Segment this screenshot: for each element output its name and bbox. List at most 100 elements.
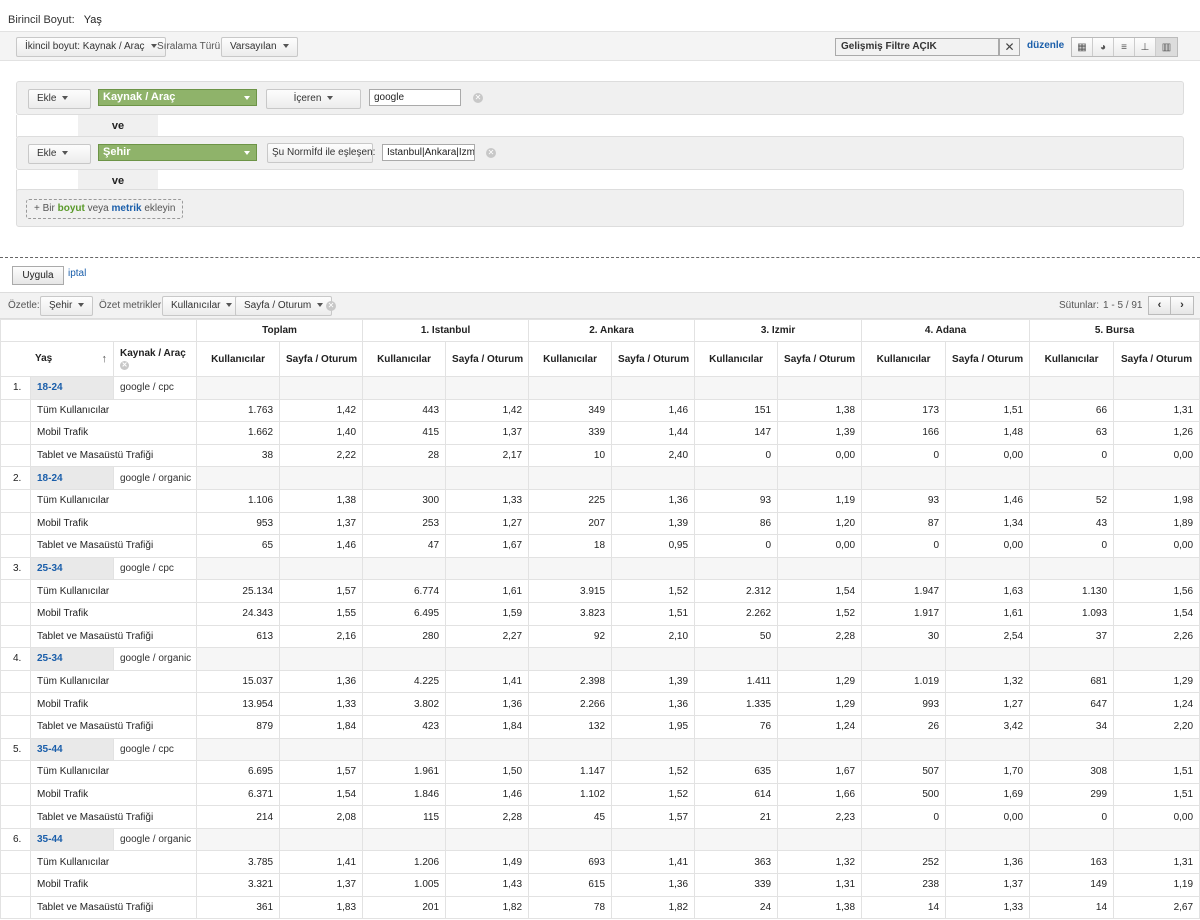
secondary-dimension-select[interactable]: İkincil boyut: Kaynak / Araç — [16, 37, 166, 57]
sort-type-value: Varsayılan — [230, 41, 277, 52]
empty-cell — [777, 466, 863, 490]
pages-per-session-value: 1,51 — [945, 398, 1031, 423]
pages-per-session-value: 1,52 — [777, 601, 863, 626]
age-link[interactable]: 25-34 — [37, 563, 63, 574]
pages-per-session-value: 1,31 — [1113, 398, 1200, 423]
users-value: 693 — [528, 850, 613, 875]
pages-per-session-column-header[interactable]: Sayfa / Oturum — [945, 341, 1031, 377]
include-select[interactable]: Ekle — [28, 89, 91, 109]
users-value: 253 — [362, 511, 447, 536]
users-column-header[interactable]: Kullanıcılar — [861, 341, 947, 377]
pages-per-session-value: 1,46 — [945, 488, 1031, 513]
next-columns-icon[interactable]: › — [1171, 297, 1193, 314]
empty-cell — [1029, 556, 1115, 581]
age-link[interactable]: 18-24 — [37, 473, 63, 484]
row-index: 1. — [0, 376, 31, 400]
summarize-dimension-select[interactable]: Şehir — [40, 296, 94, 316]
segment-spacer — [0, 805, 31, 829]
match-type-select[interactable]: Şu Normİfd ile eşleşen: — [267, 143, 375, 163]
remove-condition-icon[interactable]: ✕ — [486, 148, 496, 158]
match-type-select[interactable]: İçeren — [266, 89, 361, 109]
performance-view-icon[interactable]: ≡ — [1114, 38, 1135, 56]
chevron-down-icon — [78, 303, 85, 308]
secondary-dimension-label: İkincil boyut: Kaynak / Araç — [25, 41, 145, 52]
pages-per-session-column-header[interactable]: Sayfa / Oturum — [279, 341, 364, 377]
pages-per-session-value: 1,34 — [945, 511, 1031, 536]
filter-value-input[interactable]: google — [369, 89, 461, 106]
age-link[interactable]: 35-44 — [37, 744, 63, 755]
users-value: 0 — [694, 534, 779, 558]
users-value: 201 — [362, 895, 447, 920]
users-value: 6.371 — [196, 782, 281, 807]
pages-per-session-column-header[interactable]: Sayfa / Oturum — [445, 341, 530, 377]
advanced-filter-field[interactable]: Gelişmiş Filtre AÇIK — [835, 38, 999, 56]
include-select[interactable]: Ekle — [28, 144, 91, 164]
pages-per-session-value: 1,57 — [279, 579, 364, 603]
users-value: 166 — [861, 421, 947, 445]
age-link[interactable]: 18-24 — [37, 382, 63, 393]
add-dimension-or-metric-button[interactable]: + Bir boyut veya metrik ekleyin — [26, 199, 184, 219]
empty-cell — [1113, 737, 1200, 762]
table-view-icon[interactable]: ▦ — [1072, 38, 1093, 56]
filter-value-input[interactable]: Istanbul|Ankara|Izmir — [382, 144, 475, 161]
sort-type-select[interactable]: Varsayılan — [221, 37, 298, 57]
chevron-down-icon — [62, 151, 69, 156]
users-column-header[interactable]: Kullanıcılar — [1029, 341, 1115, 377]
pages-per-session-column-header[interactable]: Sayfa / Oturum — [777, 341, 863, 377]
summary-metric-2-select[interactable]: Sayfa / Oturum — [235, 296, 333, 316]
users-value: 4.225 — [362, 669, 447, 694]
empty-cell — [694, 556, 779, 581]
pages-per-session-column-header[interactable]: Sayfa / Oturum — [1113, 341, 1200, 377]
empty-cell — [611, 466, 696, 490]
edit-filter-link[interactable]: düzenle — [1027, 40, 1064, 51]
empty-cell — [279, 647, 364, 671]
users-value: 225 — [528, 488, 613, 513]
users-column-header[interactable]: Kullanıcılar — [528, 341, 613, 377]
users-column-header[interactable]: Kullanıcılar — [362, 341, 447, 377]
age-link[interactable]: 35-44 — [37, 834, 63, 845]
users-value: 1.093 — [1029, 601, 1115, 626]
users-value: 615 — [528, 873, 613, 897]
sort-type-label: Sıralama Türü: — [157, 41, 223, 52]
filter-dimension-select[interactable]: Şehir — [98, 144, 257, 161]
primary-dimension-value[interactable]: Yaş — [84, 14, 102, 26]
pivot-view-icon[interactable]: ▥ — [1156, 38, 1177, 56]
users-value: 10 — [528, 443, 613, 468]
pages-per-session-value: 1,56 — [1113, 579, 1200, 603]
users-value: 87 — [861, 511, 947, 536]
empty-cell — [945, 827, 1031, 852]
comparison-view-icon[interactable]: ⊥ — [1135, 38, 1156, 56]
remove-metric-icon[interactable]: ✕ — [326, 301, 336, 311]
remove-condition-icon[interactable]: ✕ — [473, 93, 483, 103]
users-value: 50 — [694, 624, 779, 649]
pages-per-session-value: 2,27 — [445, 624, 530, 649]
table-body: 1. 18-24 google / cpc Tüm Kullanıcılar 1.763… — [0, 376, 1200, 920]
users-column-header[interactable]: Kullanıcılar — [694, 341, 779, 377]
users-column-header[interactable]: Kullanıcılar — [196, 341, 281, 377]
empty-cell — [861, 647, 947, 671]
age-link[interactable]: 25-34 — [37, 653, 63, 664]
pages-per-session-value: 2,40 — [611, 443, 696, 468]
table-metric-header-row: Yaş ↑ Kaynak / Araç ✕ Kullanıcılar Sayfa /… — [0, 341, 1200, 377]
segment-row: Mobil Trafik 3.321 1,37 1.005 1,43 615 1,36 339… — [0, 873, 1200, 897]
empty-cell — [945, 647, 1031, 671]
pages-per-session-column-header[interactable]: Sayfa / Oturum — [611, 341, 696, 377]
clear-filter-icon[interactable]: ✕ — [999, 38, 1020, 56]
remove-secondary-dimension-icon[interactable]: ✕ — [120, 361, 129, 370]
segment-row: Tüm Kullanıcılar 1.763 1,42 443 1,42 349 1,46 1… — [0, 398, 1200, 423]
summarize-label: Özetle: — [8, 300, 40, 311]
empty-cell — [694, 466, 779, 490]
segment-name: Mobil Trafik — [29, 873, 198, 897]
pie-view-icon[interactable]: ◕ — [1093, 38, 1114, 56]
cancel-link[interactable]: iptal — [68, 268, 86, 279]
previous-columns-icon[interactable]: ‹ — [1149, 297, 1171, 314]
users-value: 339 — [694, 873, 779, 897]
sort-arrow-up-icon[interactable]: ↑ — [102, 353, 108, 365]
summary-metric-1-select[interactable]: Kullanıcılar — [162, 296, 242, 316]
empty-cell — [528, 556, 613, 581]
age-column-header[interactable]: Yaş ↑ — [0, 341, 114, 377]
apply-button[interactable]: Uygula — [12, 266, 64, 285]
summarize-dimension-value: Şehir — [49, 300, 73, 311]
users-value: 349 — [528, 398, 613, 423]
filter-dimension-select[interactable]: Kaynak / Araç — [98, 89, 257, 106]
